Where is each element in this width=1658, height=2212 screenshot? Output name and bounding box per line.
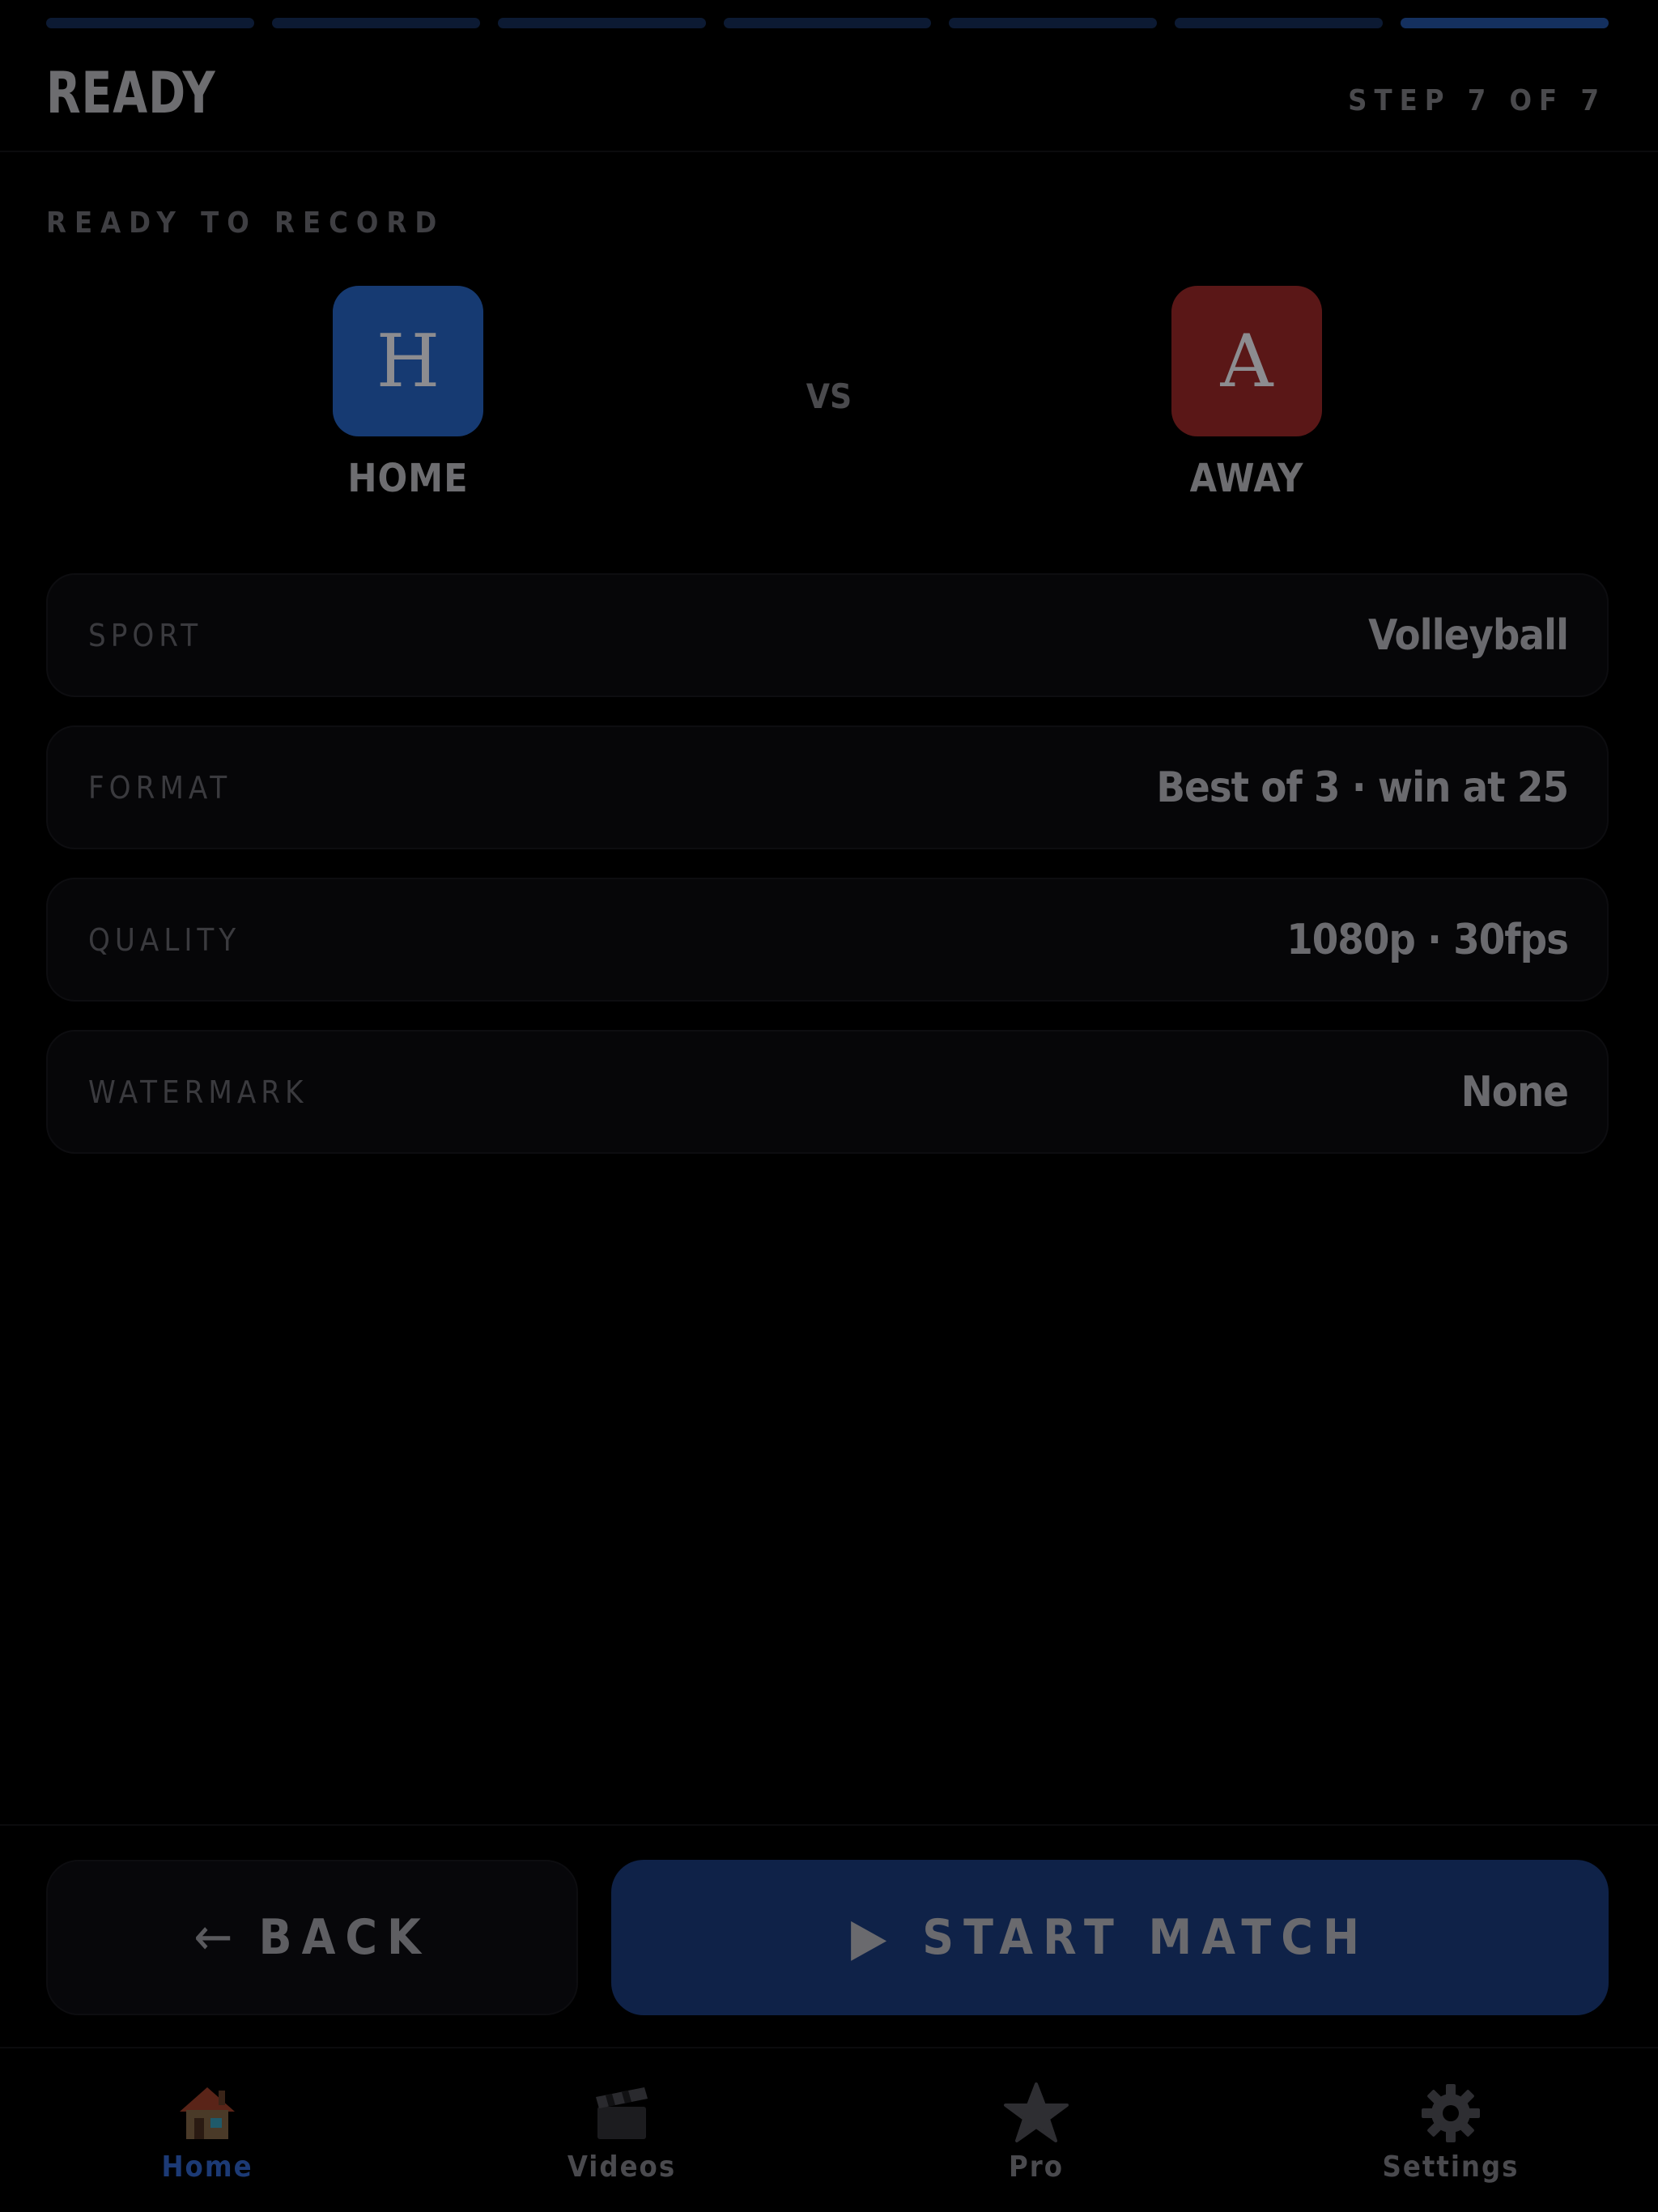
start-match-button[interactable]: ▶ START MATCH [611, 1860, 1609, 2015]
summary-label: FORMAT [88, 770, 232, 806]
nav-label: Videos [567, 2150, 677, 2184]
summary-value: Best of 3 · win at 25 [1156, 764, 1569, 812]
summary-value: 1080p · 30fps [1286, 916, 1569, 964]
section-label: READY TO RECORD [46, 206, 445, 240]
nav-item-videos[interactable]: Videos [414, 2050, 829, 2212]
progress-step [271, 18, 480, 28]
summary-row-watermark: WATERMARK None [46, 1030, 1609, 1154]
nav-label: Settings [1382, 2150, 1520, 2184]
progress-step-current [1401, 18, 1609, 28]
step-indicator: STEP 7 OF 7 [1348, 84, 1606, 117]
star-icon [1004, 2081, 1069, 2146]
home-team-badge: H [333, 286, 483, 436]
summary-row-quality: QUALITY 1080p · 30fps [46, 878, 1609, 1002]
bottom-nav: Home Videos Pro Settings [0, 2050, 1658, 2212]
away-team-badge: A [1171, 286, 1322, 436]
progress-step [723, 18, 932, 28]
setup-ready-screen: READY STEP 7 OF 7 READY TO RECORD H HOME… [0, 0, 1658, 2212]
away-team: A AWAY [1125, 286, 1368, 501]
progress-steps [46, 18, 1609, 29]
play-icon: ▶ [850, 1908, 887, 1967]
summary-label: SPORT [88, 618, 203, 653]
gear-icon [1418, 2081, 1483, 2146]
nav-item-home[interactable]: Home [0, 2050, 414, 2212]
progress-step [1175, 18, 1384, 28]
progress-step [949, 18, 1158, 28]
summary-value: None [1460, 1068, 1569, 1117]
back-button[interactable]: ← BACK [46, 1860, 578, 2015]
summary-label: QUALITY [88, 922, 241, 958]
progress-step [497, 18, 706, 28]
summary-label: WATERMARK [88, 1074, 308, 1110]
nav-item-pro[interactable]: Pro [829, 2050, 1244, 2212]
nav-item-settings[interactable]: Settings [1244, 2050, 1658, 2212]
clapperboard-icon [589, 2081, 654, 2146]
action-bar: ← BACK ▶ START MATCH [0, 1824, 1658, 2048]
nav-label: Pro [1009, 2150, 1064, 2184]
page-title: READY [46, 60, 216, 126]
summary-value: Volleyball [1368, 611, 1569, 660]
back-button-label: BACK [258, 1909, 431, 1966]
home-team: H HOME [287, 286, 529, 501]
versus-label: VS [806, 376, 852, 416]
summary-row-sport: SPORT Volleyball [46, 573, 1609, 697]
start-match-button-label: START MATCH [922, 1909, 1370, 1966]
home-team-name: HOME [347, 456, 469, 501]
progress-step [46, 18, 254, 28]
nav-label: Home [161, 2150, 253, 2184]
arrow-left-icon: ← [193, 1908, 233, 1967]
header: READY STEP 7 OF 7 [0, 49, 1658, 152]
away-team-name: AWAY [1189, 456, 1304, 501]
summary-row-format: FORMAT Best of 3 · win at 25 [46, 725, 1609, 849]
house-icon [175, 2081, 240, 2146]
